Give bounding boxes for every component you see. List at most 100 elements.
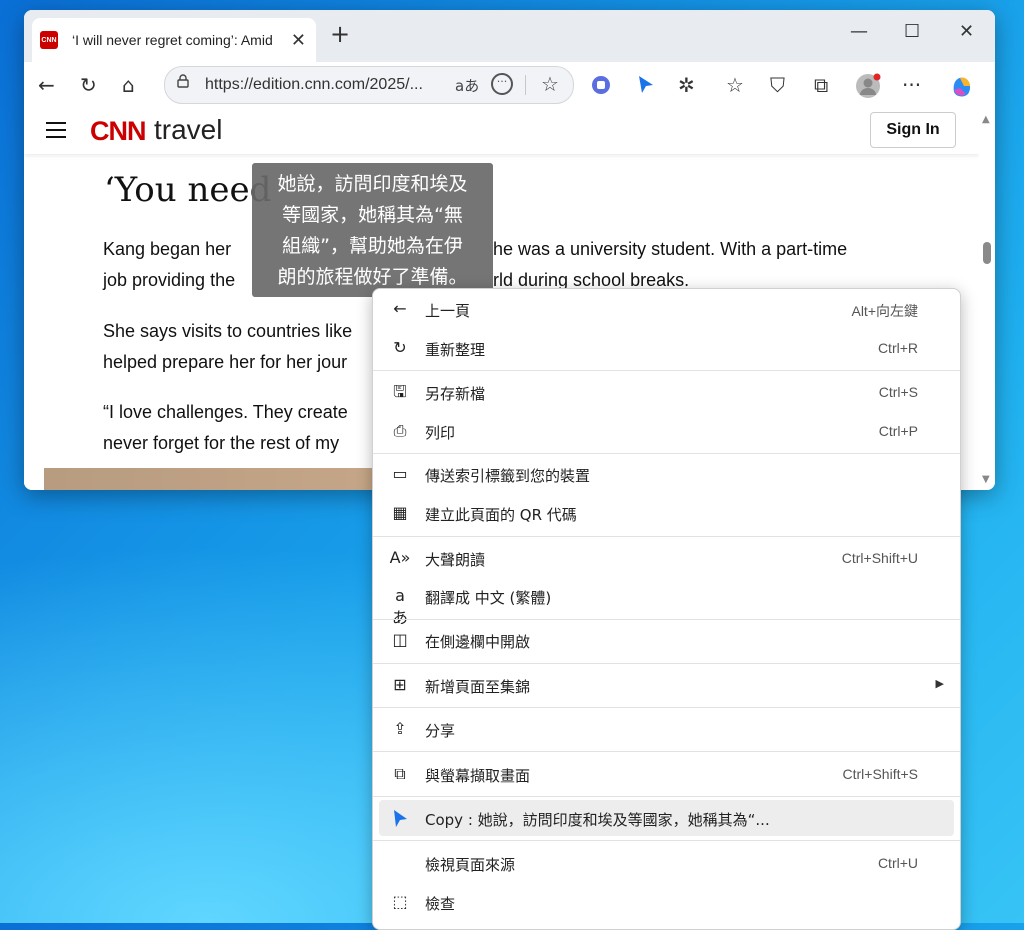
favorites-icon[interactable]: ☆ (726, 72, 744, 98)
share-icon: ⇪ (393, 719, 407, 738)
menu-label: 列印 (425, 424, 456, 442)
cnn-header: CNN travel Sign In (24, 110, 979, 154)
refresh-icon[interactable]: ↻ (80, 72, 97, 98)
menu-divider (373, 619, 960, 620)
more-options-icon[interactable]: ··· (491, 73, 513, 95)
tab-cnn[interactable]: CNN ‘I will never regret coming’: Amid ✕ (32, 18, 316, 62)
menu-label: 新增頁面至集錦 (425, 678, 531, 696)
menu-label: 分享 (425, 722, 456, 740)
refresh-icon: ↻ (393, 338, 407, 357)
extension-icon[interactable] (590, 74, 612, 96)
menu-label: 翻譯成 中文 (繁體) (425, 589, 552, 607)
save-icon: 🖫 (393, 382, 407, 401)
home-icon[interactable]: ⌂ (122, 72, 135, 98)
menu-item-open-sidebar[interactable]: ◫ 在側邊欄中開啟 (373, 622, 960, 658)
send-to-device-icon: ▭ (392, 464, 408, 483)
sidebar-icon: ◫ (392, 630, 408, 649)
tab-strip: CNN ‘I will never regret coming’: Amid ✕… (24, 10, 995, 62)
puzzle-extensions-icon[interactable]: ✲ (678, 72, 695, 98)
vertical-scrollbar[interactable]: ▲ ▼ (979, 110, 995, 490)
menu-item-screenshot[interactable]: ⧉ 與螢幕擷取畫面 Ctrl+Shift+S (373, 756, 960, 792)
sign-in-button[interactable]: Sign In (870, 112, 956, 148)
menu-item-share[interactable]: ⇪ 分享 (373, 711, 960, 747)
back-arrow-icon: ← (393, 299, 407, 318)
menu-divider (373, 796, 960, 797)
menu-item-refresh[interactable]: ↻ 重新整理 Ctrl+R (373, 330, 960, 366)
maximize-icon[interactable]: ☐ (904, 22, 920, 42)
print-icon: ⎙ (393, 421, 407, 440)
scroll-thumb[interactable] (983, 242, 991, 264)
menu-item-print[interactable]: ⎙ 列印 Ctrl+P (373, 413, 960, 449)
read-aloud-icon[interactable]: aあ (455, 75, 479, 96)
menu-item-qr-code[interactable]: ▦ 建立此頁面的 QR 代碼 (373, 495, 960, 531)
scroll-down-icon[interactable]: ▼ (982, 474, 990, 485)
cnn-logo[interactable]: CNN (90, 116, 146, 147)
menu-item-view-source[interactable]: 檢視頁面來源 Ctrl+U (373, 845, 960, 881)
profile-avatar[interactable] (854, 72, 882, 100)
menu-shortcut: Alt+向左鍵 (851, 303, 918, 319)
menu-item-translate[interactable]: aあ 翻譯成 中文 (繁體) (373, 578, 960, 627)
menu-item-read-aloud[interactable]: A͏» 大聲朗讀 Ctrl+Shift+U (373, 540, 960, 576)
back-icon[interactable]: ← (38, 72, 55, 98)
menu-item-save-as[interactable]: 🖫 另存新檔 Ctrl+S (373, 374, 960, 410)
qr-code-icon: ▦ (392, 503, 408, 522)
menu-divider (373, 840, 960, 841)
translation-tooltip: 她說，訪問印度和埃及 等國家，她稱其為“無 組織”，幫助她為在伊 朗的旅程做好了… (252, 163, 493, 297)
inspect-icon: ⬚ (392, 892, 408, 911)
menu-divider (373, 751, 960, 752)
menu-label: 與螢幕擷取畫面 (425, 767, 531, 785)
menu-shortcut: Ctrl+Shift+U (841, 550, 918, 566)
menu-label: 檢查 (425, 895, 456, 913)
menu-label: 重新整理 (425, 341, 486, 359)
tab-title: ‘I will never regret coming’: Amid (72, 32, 273, 48)
collections-add-icon: ⊞ (393, 675, 407, 694)
lock-icon (177, 74, 189, 88)
menu-icon[interactable] (46, 122, 66, 143)
close-tab-icon[interactable]: ✕ (291, 30, 306, 51)
menu-item-inspect[interactable]: ⬚ 檢查 (373, 884, 960, 920)
tooltip-line: 她說，訪問印度和埃及 (277, 173, 468, 195)
menu-label: 上一頁 (425, 302, 471, 320)
menu-divider (373, 707, 960, 708)
scroll-up-icon[interactable]: ▲ (982, 114, 990, 125)
close-window-icon[interactable]: ✕ (959, 22, 974, 42)
minimize-icon[interactable]: — (850, 22, 868, 42)
menu-label: 傳送索引標籤到您的裝置 (425, 467, 591, 485)
settings-more-icon[interactable]: ··· (902, 72, 921, 98)
address-bar[interactable]: https://edition.cnn.com/2025/... aあ ··· … (164, 66, 574, 104)
menu-divider (373, 663, 960, 664)
menu-item-back[interactable]: ← 上一頁 Alt+向左鍵 (373, 291, 960, 327)
copilot-pointer-icon[interactable] (636, 74, 656, 96)
translate-icon: aあ (391, 586, 408, 627)
menu-divider (373, 453, 960, 454)
screenshot-icon[interactable]: ⧉ (814, 72, 828, 98)
menu-shortcut: Ctrl+S (878, 384, 918, 400)
menu-label: 大聲朗讀 (425, 551, 486, 569)
screenshot-icon: ⧉ (394, 764, 406, 783)
context-menu: ← 上一頁 Alt+向左鍵 ↻ 重新整理 Ctrl+R 🖫 另存新檔 Ctrl+… (372, 288, 961, 930)
browser-essentials-icon[interactable]: ⛉ (770, 72, 785, 98)
menu-item-add-to-collections[interactable]: ⊞ 新增頁面至集錦 ▶ (373, 667, 960, 703)
article-subheading: ‘You need (104, 170, 272, 210)
menu-item-send-tab[interactable]: ▭ 傳送索引標籤到您的裝置 (373, 456, 960, 492)
paragraph-1-line-1-right: he was a university student. With a part… (493, 239, 848, 259)
url-text[interactable]: https://edition.cnn.com/2025/... (205, 76, 423, 94)
menu-item-copy[interactable]: Copy : 她說，訪問印度和埃及等國家，她稱其為“... (379, 800, 954, 836)
menu-shortcut: Ctrl+U (877, 855, 918, 871)
tooltip-line: 等國家，她稱其為“無 (282, 204, 463, 226)
new-tab-icon[interactable]: + (330, 22, 350, 46)
menu-shortcut: Ctrl+Shift+S (842, 766, 918, 782)
menu-divider (373, 370, 960, 371)
menu-label: 檢視頁面來源 (425, 856, 516, 874)
copilot-icon[interactable] (948, 72, 976, 100)
section-title[interactable]: travel (154, 114, 222, 146)
navigation-toolbar: ← ↻ ⌂ https://edition.cnn.com/2025/... a… (24, 62, 995, 111)
menu-label: 在側邊欄中開啟 (425, 633, 531, 651)
tooltip-line: 組織”，幫助她為在伊 (282, 235, 463, 257)
menu-label: 建立此頁面的 QR 代碼 (425, 506, 577, 524)
menu-divider (373, 536, 960, 537)
favorite-star-icon[interactable]: ☆ (541, 72, 559, 96)
menu-shortcut: Ctrl+P (878, 423, 918, 439)
divider (525, 75, 526, 95)
cnn-favicon-icon: CNN (40, 31, 58, 49)
